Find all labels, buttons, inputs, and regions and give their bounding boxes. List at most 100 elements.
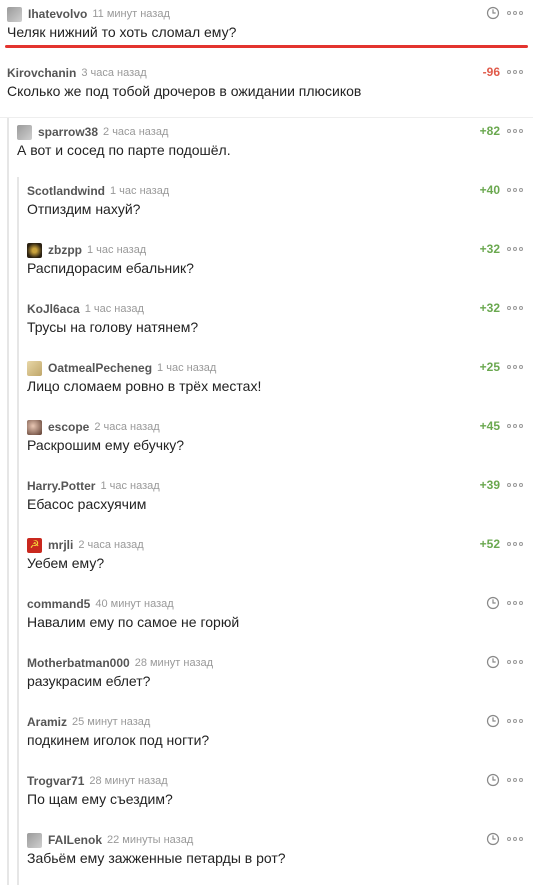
dot	[507, 837, 511, 841]
more-dots-icon[interactable]	[507, 424, 523, 428]
comment-author[interactable]: command5	[27, 597, 90, 611]
comment-time[interactable]: 3 часа назад	[81, 67, 146, 79]
comment-meta: +45	[480, 418, 523, 434]
comment-header: Scotlandwind 1 час назад	[27, 183, 169, 199]
comment-author[interactable]: Aramiz	[27, 715, 67, 729]
comment-author[interactable]: Kirovchanin	[7, 66, 76, 80]
comment-author[interactable]: FAILenok	[48, 833, 102, 847]
dot	[507, 424, 511, 428]
more-dots-icon[interactable]	[507, 542, 523, 546]
comment-time[interactable]: 1 час назад	[157, 362, 216, 374]
thread-guide-line[interactable]	[7, 472, 9, 531]
thread-guide-line[interactable]	[17, 236, 19, 295]
comment-rating: +32	[479, 242, 500, 256]
dot	[507, 247, 511, 251]
comment-author[interactable]: mrjli	[48, 538, 73, 552]
avatar[interactable]	[27, 360, 42, 376]
more-dots-icon[interactable]	[507, 247, 523, 251]
thread-guide-line[interactable]	[17, 590, 19, 649]
clock-icon[interactable]	[486, 655, 500, 669]
comment-text: Забьём ему зажженные петарды в рот?	[27, 850, 286, 866]
comment-time[interactable]: 2 часа назад	[78, 539, 143, 551]
comment-rating: -96	[482, 65, 500, 79]
comment-time[interactable]: 11 минут назад	[92, 8, 170, 20]
comment-author[interactable]: Harry.Potter	[27, 479, 95, 493]
comment: FAILenok 22 минуты назад Забьём ему зажжен…	[0, 826, 533, 885]
comment-author[interactable]: zbzpp	[48, 243, 82, 257]
comment-text: Уебем ему?	[27, 555, 105, 571]
comment-author[interactable]: Scotlandwind	[27, 184, 105, 198]
dot	[513, 837, 517, 841]
thread-guide-line[interactable]	[7, 826, 9, 885]
more-dots-icon[interactable]	[507, 11, 523, 15]
more-dots-icon[interactable]	[507, 129, 523, 133]
comment-meta: +52	[480, 536, 523, 552]
more-dots-icon[interactable]	[507, 483, 523, 487]
more-dots-icon[interactable]	[507, 778, 523, 782]
clock-icon[interactable]	[486, 714, 500, 728]
comment-time[interactable]: 1 час назад	[85, 303, 144, 315]
dot	[513, 306, 517, 310]
more-dots-icon[interactable]	[507, 837, 523, 841]
clock-icon[interactable]	[486, 832, 500, 846]
more-dots-icon[interactable]	[507, 365, 523, 369]
more-dots-icon[interactable]	[507, 306, 523, 310]
comment-header: Kirovchanin 3 часа назад	[7, 65, 147, 81]
thread-guide-line[interactable]	[17, 708, 19, 767]
comment-time[interactable]: 2 часа назад	[103, 126, 168, 138]
avatar[interactable]	[27, 419, 42, 435]
comment-time[interactable]: 2 часа назад	[94, 421, 159, 433]
comment-time[interactable]: 22 минуты назад	[107, 834, 193, 846]
more-dots-icon[interactable]	[507, 601, 523, 605]
comment-author[interactable]: sparrow38	[38, 125, 98, 139]
comment-author[interactable]: Motherbatman000	[27, 656, 130, 670]
comment-author[interactable]: escope	[48, 420, 89, 434]
more-dots-icon[interactable]	[507, 188, 523, 192]
comment-time[interactable]: 28 минут назад	[135, 657, 213, 669]
thread-guide-line[interactable]	[17, 413, 19, 472]
comment-author[interactable]: Trogvar71	[27, 774, 84, 788]
thread-guide-line[interactable]	[17, 354, 19, 413]
thread-guide-line[interactable]	[7, 354, 9, 413]
thread-guide-line[interactable]	[17, 531, 19, 590]
thread-guide-line[interactable]	[7, 767, 9, 826]
comment-rating: +32	[479, 301, 500, 315]
avatar[interactable]	[27, 832, 42, 848]
comment-time[interactable]: 1 час назад	[110, 185, 169, 197]
thread-guide-line[interactable]	[7, 531, 9, 590]
avatar[interactable]	[17, 124, 32, 140]
thread-guide-line[interactable]	[17, 177, 19, 236]
avatar[interactable]: ☭	[27, 537, 42, 553]
avatar[interactable]	[27, 242, 42, 258]
more-dots-icon[interactable]	[507, 719, 523, 723]
comment-author[interactable]: OatmealPecheneg	[48, 361, 152, 375]
more-dots-icon[interactable]	[507, 660, 523, 664]
dot	[519, 660, 523, 664]
thread-guide-line[interactable]	[7, 295, 9, 354]
comment-author[interactable]: Ihatevolvo	[28, 7, 87, 21]
thread-guide-line[interactable]	[7, 413, 9, 472]
clock-icon[interactable]	[486, 6, 500, 20]
clock-icon[interactable]	[486, 773, 500, 787]
comment-time[interactable]: 40 минут назад	[95, 598, 173, 610]
comment-author[interactable]: KoJl6aca	[27, 302, 80, 316]
thread-guide-line[interactable]	[7, 590, 9, 649]
thread-guide-line[interactable]	[7, 177, 9, 236]
thread-guide-line[interactable]	[7, 708, 9, 767]
avatar[interactable]	[7, 6, 22, 22]
thread-guide-line[interactable]	[17, 295, 19, 354]
more-dots-icon[interactable]	[507, 70, 523, 74]
thread-guide-line[interactable]	[7, 649, 9, 708]
thread-guide-line[interactable]	[7, 236, 9, 295]
clock-icon[interactable]	[486, 596, 500, 610]
comment-time[interactable]: 25 минут назад	[72, 716, 150, 728]
thread-guide-line[interactable]	[17, 649, 19, 708]
thread-guide-line[interactable]	[7, 118, 9, 177]
thread-guide-line[interactable]	[17, 826, 19, 885]
comment-time[interactable]: 28 минут назад	[89, 775, 167, 787]
thread-guide-line[interactable]	[17, 767, 19, 826]
comment-time[interactable]: 1 час назад	[87, 244, 146, 256]
comment-text: Челяк нижний то хоть сломал ему?	[7, 24, 237, 40]
thread-guide-line[interactable]	[17, 472, 19, 531]
comment-time[interactable]: 1 час назад	[100, 480, 159, 492]
